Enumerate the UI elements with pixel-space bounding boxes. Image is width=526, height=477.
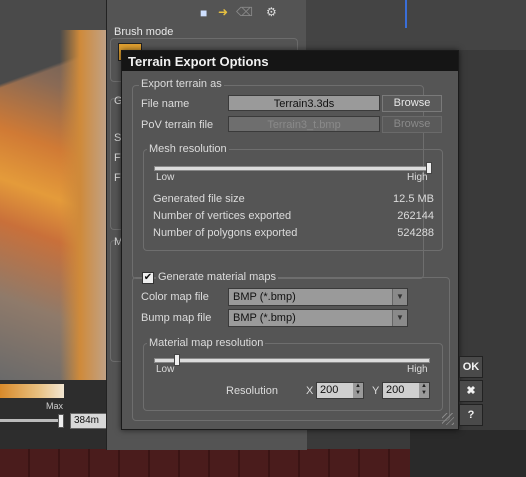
help-button[interactable]: ?: [459, 404, 483, 426]
color-map-select[interactable]: BMP (*.bmp) ▼: [228, 288, 408, 306]
material-map-resolution-label: Material map resolution: [147, 337, 266, 349]
trash-icon[interactable]: ⌫: [236, 5, 253, 19]
pov-terrain-file-field[interactable]: Terrain3_t.bmp: [228, 116, 380, 132]
bump-map-label: Bump map file: [141, 312, 212, 324]
panel-stub-label: F: [114, 172, 121, 184]
file-size-label: Generated file size: [153, 193, 245, 205]
resolution-x-value: 200: [320, 384, 339, 396]
resolution-x-spinner[interactable]: 200 ▲ ▼: [316, 382, 364, 399]
right-background: [306, 0, 526, 50]
spinner-arrows-icon[interactable]: ▲ ▼: [419, 383, 429, 398]
bottom-strip-pattern: [0, 449, 410, 477]
color-map-value: BMP (*.bmp): [233, 291, 296, 303]
resolution-y-label: Y: [372, 385, 380, 397]
ok-button[interactable]: OK: [459, 356, 483, 378]
file-size-value: 12.5 MB: [393, 193, 434, 205]
settings-icon[interactable]: ⚙: [266, 5, 277, 19]
height-gradient-bar: [0, 384, 64, 398]
resolution-x-label: X: [306, 385, 314, 397]
polygons-value: 524288: [397, 227, 434, 239]
mesh-resolution-label: Mesh resolution: [147, 143, 229, 155]
vertices-label: Number of vertices exported: [153, 210, 292, 222]
file-name-field[interactable]: Terrain3.3ds: [228, 95, 380, 111]
dialog-title[interactable]: Terrain Export Options: [122, 51, 458, 71]
chevron-down-icon[interactable]: ▼: [392, 289, 407, 305]
mesh-resolution-slider-track[interactable]: [154, 166, 430, 171]
mesh-low-label: Low: [156, 172, 175, 183]
material-high-label: High: [407, 364, 428, 375]
bump-map-value: BMP (*.bmp): [233, 312, 296, 324]
vertices-value: 262144: [397, 210, 434, 222]
export-terrain-label: Export terrain as: [139, 78, 224, 90]
material-resolution-slider-track[interactable]: [154, 358, 430, 363]
browse-button[interactable]: Browse: [382, 95, 442, 112]
resolution-y-value: 200: [386, 384, 405, 396]
resolution-label: Resolution: [226, 385, 278, 397]
brush-mode-label: Brush mode: [114, 26, 174, 38]
save-icon[interactable]: ■: [200, 6, 207, 20]
color-map-label: Color map file: [141, 291, 209, 303]
file-name-label: File name: [141, 98, 190, 110]
generate-material-maps-checkbox[interactable]: ✔: [142, 272, 154, 284]
height-slider-track[interactable]: [0, 419, 62, 422]
terrain-render: [60, 30, 110, 380]
material-map-resolution-group: [143, 343, 443, 411]
polygons-label: Number of polygons exported: [153, 227, 298, 239]
lower-right-area: [410, 430, 526, 477]
chevron-down-icon[interactable]: ▼: [392, 310, 407, 326]
terrain-export-dialog: Terrain Export Options Export terrain as…: [121, 50, 459, 430]
side-toolbar: ■ ➜ ⌫ ⚙: [198, 4, 298, 22]
arrow-right-icon[interactable]: ➜: [218, 5, 228, 19]
generate-material-maps-label[interactable]: Generate material maps: [156, 271, 278, 283]
close-button[interactable]: ✖: [459, 380, 483, 402]
bump-map-select[interactable]: BMP (*.bmp) ▼: [228, 309, 408, 327]
pov-browse-button[interactable]: Browse: [382, 116, 442, 133]
panel-stub-label: F: [114, 152, 121, 164]
pov-terrain-file-label: PoV terrain file: [141, 119, 214, 131]
material-low-label: Low: [156, 364, 175, 375]
material-resolution-slider-handle[interactable]: [173, 354, 180, 366]
resolution-y-spinner[interactable]: 200 ▲ ▼: [382, 382, 430, 399]
blue-guide-line: [405, 0, 407, 28]
spinner-arrows-icon[interactable]: ▲ ▼: [353, 383, 363, 398]
mesh-high-label: High: [407, 172, 428, 183]
max-label: Max: [46, 401, 64, 411]
resize-grip-icon[interactable]: [442, 413, 454, 425]
height-slider-handle[interactable]: [58, 414, 64, 428]
